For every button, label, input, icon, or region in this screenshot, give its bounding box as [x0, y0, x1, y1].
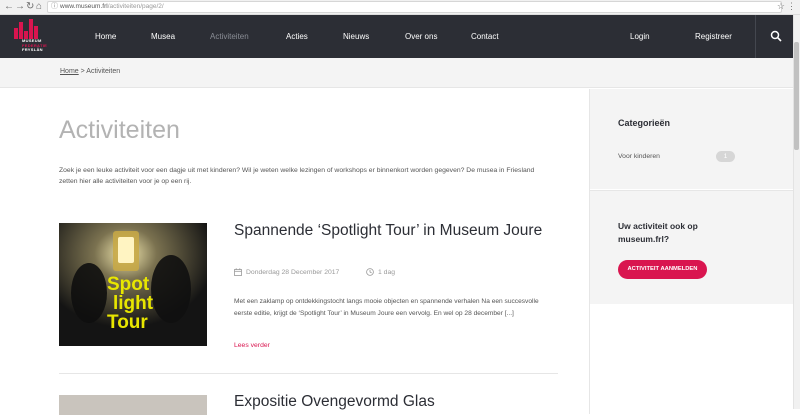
address-bar[interactable]: ⓘ www.museum.frl/activiteiten/page/2/ — [47, 1, 782, 13]
category-voor-kinderen[interactable]: Voor kinderen — [618, 153, 660, 160]
page-title: Activiteiten — [59, 116, 180, 144]
breadcrumb-home-link[interactable]: Home — [60, 68, 79, 75]
reload-icon[interactable]: ↻ — [26, 1, 34, 13]
nav-activiteiten[interactable]: Activiteiten — [210, 15, 249, 58]
intro-text: Zoek je een leuke activiteit voor een da… — [59, 167, 535, 185]
url-host: www.museum.frl — [60, 3, 108, 10]
url-path: /activiteiten/page/2/ — [107, 3, 164, 10]
breadcrumb-bar: Home > Activiteiten — [0, 58, 800, 88]
page-info-icon[interactable]: ⓘ — [51, 2, 58, 12]
nav-contact[interactable]: Contact — [471, 15, 499, 58]
card-title-link-2[interactable]: Expositie Ovengevormd Glas — [234, 393, 435, 411]
browser-menu-icon[interactable]: ⋮ — [787, 1, 796, 12]
logo-bars-icon — [14, 19, 38, 39]
breadcrumb: Home > Activiteiten — [60, 68, 120, 75]
submit-activity-widget — [589, 190, 793, 304]
site-header: MUSEUM FEDERATIE FRYSLÂN Home Musea Acti… — [0, 15, 800, 58]
login-link[interactable]: Login — [630, 15, 650, 58]
card-excerpt: Met een zaklamp op ontdekkingstocht lang… — [234, 298, 539, 317]
scrollbar-thumb[interactable] — [794, 42, 799, 150]
card-date: Donderdag 28 December 2017 — [246, 269, 340, 276]
clock-icon — [366, 268, 374, 276]
nav-musea[interactable]: Musea — [151, 15, 175, 58]
card-title-link[interactable]: Spannende ‘Spotlight Tour’ in Museum Jou… — [234, 222, 554, 240]
read-more-link[interactable]: Lees verder — [234, 342, 270, 349]
ovengevormd-glas-image[interactable] — [59, 395, 207, 415]
nav-nieuws[interactable]: Nieuws — [343, 15, 369, 58]
category-count-badge: 1 — [716, 151, 735, 162]
arrow-right-icon[interactable]: → — [15, 1, 25, 13]
calendar-icon — [234, 268, 242, 276]
arrow-left-icon[interactable]: ← — [4, 1, 14, 13]
home-icon[interactable]: ⌂ — [36, 1, 42, 13]
categories-title: Categorieën — [618, 118, 671, 128]
card-divider — [59, 373, 558, 374]
logo-text: MUSEUM FEDERATIE FRYSLÂN — [22, 38, 48, 52]
spotlight-tour-image[interactable]: Spot light Tour — [59, 223, 207, 346]
museum-federatie-logo[interactable]: MUSEUM FEDERATIE FRYSLÂN — [14, 19, 64, 53]
categories-widget — [589, 89, 793, 189]
bookmark-star-icon[interactable]: ☆ — [777, 1, 785, 12]
browser-toolbar: ← → ↻ ⌂ ⓘ www.museum.frl/activiteiten/pa… — [0, 0, 800, 15]
submit-activity-button[interactable]: ACTIVITEIT AANMELDEN — [618, 260, 707, 279]
search-icon[interactable] — [770, 30, 782, 42]
breadcrumb-current: Activiteiten — [86, 68, 121, 75]
cta-title: Uw activiteit ook op museum.frl? — [618, 221, 698, 244]
register-link[interactable]: Registreer — [695, 15, 732, 58]
header-divider — [755, 15, 756, 58]
nav-home[interactable]: Home — [95, 15, 116, 58]
spotlight-image-text: Spot light Tour — [107, 274, 154, 333]
nav-over-ons[interactable]: Over ons — [405, 15, 437, 58]
card-duration: 1 dag — [378, 269, 396, 276]
nav-acties[interactable]: Acties — [286, 15, 308, 58]
